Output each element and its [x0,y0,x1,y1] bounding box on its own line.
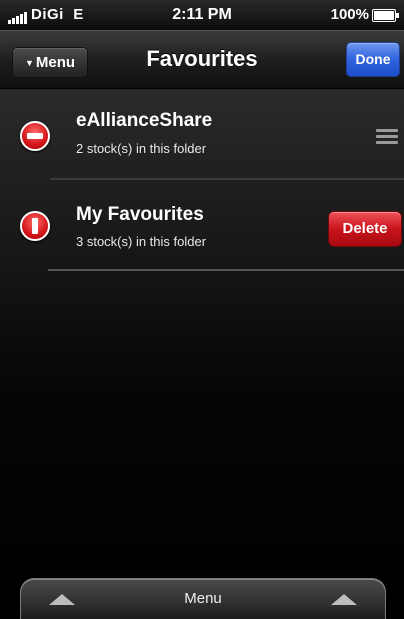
folder-name: My Favourites [76,204,204,225]
folder-name: eAllianceShare [76,110,213,131]
delete-minus-icon[interactable] [20,121,50,151]
delete-button[interactable]: Delete [328,211,402,247]
reorder-handle-icon[interactable] [376,129,398,147]
list-item[interactable]: eAllianceShare 2 stock(s) in this folder [0,89,404,179]
folder-detail: 3 stock(s) in this folder [76,234,207,249]
list-item[interactable]: My Favourites 3 stock(s) in this folder … [0,179,404,269]
page-title: Favourites [146,46,258,71]
done-button[interactable]: Done [346,42,400,77]
battery-percent: 100% [330,6,369,23]
folder-list: eAllianceShare 2 stock(s) in this folder… [0,89,404,604]
battery-status: 100% [330,6,399,23]
navigation-bar: ▼ Menu Favourites Done [0,30,404,89]
bottom-menu-tab[interactable]: Menu [20,578,386,619]
delete-minus-icon-rotated[interactable] [20,211,50,241]
arrow-up-icon [331,594,357,605]
folder-detail: 2 stock(s) in this folder [76,141,207,156]
status-bar: DiGi E 2:11 PM 100% [0,0,404,30]
battery-icon [372,8,399,22]
row-divider [48,269,404,271]
